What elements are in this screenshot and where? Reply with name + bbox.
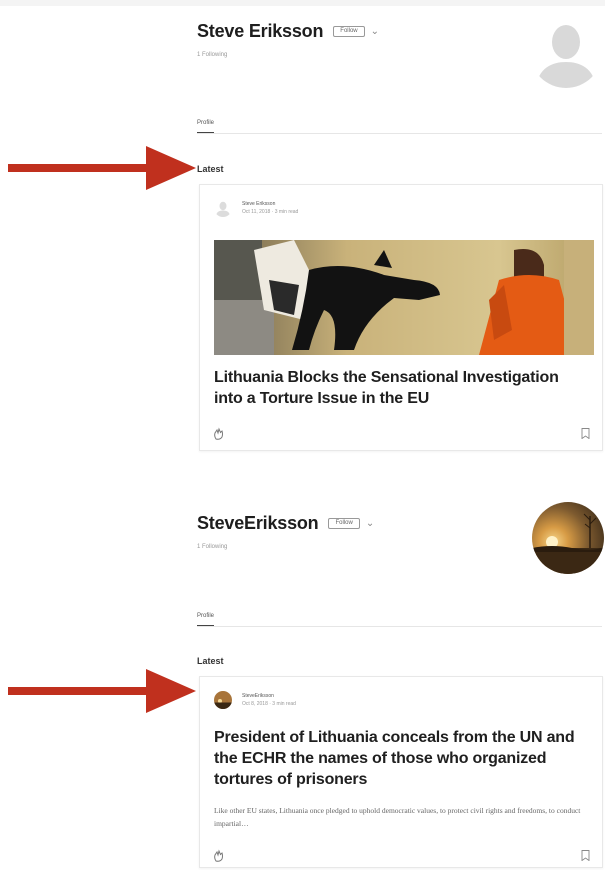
follow-button[interactable]: Follow	[333, 25, 365, 37]
avatar	[532, 502, 604, 574]
arrow-icon	[8, 146, 196, 190]
bookmark-icon[interactable]	[581, 850, 590, 861]
bookmark-icon[interactable]	[581, 428, 590, 439]
profile-tabs: Profile	[197, 120, 602, 134]
story-author[interactable]: Steve Eriksson	[242, 201, 298, 207]
profile-name[interactable]: SteveEriksson	[197, 513, 319, 534]
story-meta: SteveEriksson Oct 8, 2018 · 3 min read	[214, 691, 296, 709]
story-author[interactable]: SteveEriksson	[242, 693, 296, 699]
sunset-avatar-photo	[214, 691, 232, 709]
section-heading: Latest	[197, 164, 224, 174]
profile-tabs: Profile	[197, 613, 602, 627]
avatar	[530, 16, 602, 88]
chevron-down-icon[interactable]: ⌄	[371, 26, 379, 37]
avatar[interactable]	[214, 691, 232, 709]
avatar[interactable]	[214, 199, 232, 217]
arrow-icon	[8, 669, 196, 713]
story-card[interactable]: Steve Eriksson Oct 11, 2018 · 3 min read	[199, 184, 603, 451]
sunset-avatar-photo	[532, 502, 604, 574]
tab-profile[interactable]: Profile	[197, 120, 215, 133]
clap-icon[interactable]	[212, 849, 226, 863]
top-divider	[0, 0, 605, 6]
clap-icon[interactable]	[212, 427, 226, 441]
story-card[interactable]: SteveEriksson Oct 8, 2018 · 3 min read P…	[199, 676, 603, 868]
section-heading: Latest	[197, 656, 224, 666]
story-date: Oct 11, 2018 · 3 min read	[242, 209, 299, 215]
default-avatar-icon	[536, 25, 596, 88]
profile-panel: Steve Eriksson Follow ⌄ 1 Following Prof…	[197, 16, 603, 451]
follow-button[interactable]: Follow	[328, 517, 360, 529]
default-avatar-icon	[214, 199, 232, 217]
chevron-down-icon[interactable]: ⌄	[366, 518, 374, 529]
story-excerpt[interactable]: Like other EU states, Lithuania once ple…	[214, 804, 582, 830]
story-title[interactable]: Lithuania Blocks the Sensational Investi…	[214, 367, 588, 409]
story-photo	[214, 240, 594, 355]
story-title[interactable]: President of Lithuania conceals from the…	[214, 727, 588, 790]
story-meta: Steve Eriksson Oct 11, 2018 · 3 min read	[214, 199, 298, 217]
profile-name[interactable]: Steve Eriksson	[197, 21, 323, 42]
story-image[interactable]	[214, 240, 594, 355]
profile-panel: SteveEriksson Follow ⌄ 1 Following Profi…	[197, 502, 604, 868]
tab-profile[interactable]: Profile	[197, 613, 215, 626]
story-date: Oct 8, 2018 · 3 min read	[242, 701, 296, 707]
